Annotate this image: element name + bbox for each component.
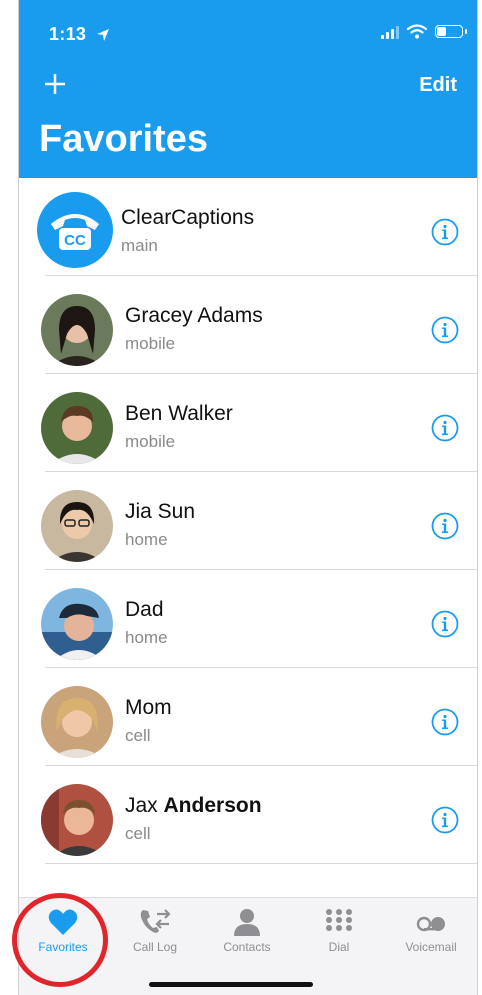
- tab-call-log[interactable]: Call Log: [115, 908, 195, 954]
- contact-avatar: [41, 784, 113, 856]
- status-icons: [381, 24, 467, 39]
- info-icon[interactable]: [431, 218, 459, 246]
- info-icon[interactable]: [431, 610, 459, 638]
- tab-contacts[interactable]: Contacts: [207, 908, 287, 954]
- contact-number-type: home: [125, 530, 168, 549]
- favorite-row[interactable]: Jax Anderson cell: [19, 766, 477, 864]
- status-time: 1:13: [49, 24, 110, 45]
- add-favorite-button[interactable]: [39, 68, 71, 100]
- row-divider: [45, 863, 477, 864]
- favorite-row[interactable]: Dad home: [19, 570, 477, 668]
- voicemail-icon: [416, 916, 445, 932]
- contact-number-type: cell: [125, 824, 151, 843]
- favorite-row-clearcaptions[interactable]: CC ClearCaptions main: [19, 178, 477, 276]
- info-icon[interactable]: [431, 512, 459, 540]
- call-log-icon: [140, 909, 171, 933]
- battery-icon: [435, 25, 467, 38]
- contact-avatar: [41, 588, 113, 660]
- home-indicator: [149, 982, 313, 987]
- wifi-icon: [407, 24, 427, 39]
- favorite-row[interactable]: Ben Walker mobile: [19, 374, 477, 472]
- favorite-row[interactable]: Mom cell: [19, 668, 477, 766]
- contact-avatar: [41, 294, 113, 366]
- signal-strength-icon: [381, 25, 399, 39]
- contact-number-type: mobile: [125, 432, 176, 451]
- contact-number-type: home: [125, 628, 168, 647]
- contact-number-type: main: [121, 236, 158, 255]
- info-icon[interactable]: [431, 414, 459, 442]
- contact-number-type: cell: [125, 726, 151, 745]
- info-icon[interactable]: [431, 708, 459, 736]
- contact-name: Dad: [125, 598, 164, 621]
- contact-name: Jax Anderson: [125, 794, 262, 817]
- svg-text:CC: CC: [64, 232, 86, 249]
- clearcaptions-logo-icon: CC: [37, 192, 113, 268]
- contact-avatar: [41, 490, 113, 562]
- keypad-icon: [326, 909, 352, 931]
- contact-avatar: [41, 392, 113, 464]
- info-icon[interactable]: [431, 316, 459, 344]
- favorites-tab-highlight-ring: [12, 893, 108, 987]
- phone-screen: 1:13 Edit Favorites CC ClearCaptions mai…: [18, 0, 478, 995]
- contact-name: Mom: [125, 696, 172, 719]
- edit-button[interactable]: Edit: [419, 74, 457, 97]
- contact-name: ClearCaptions: [121, 206, 255, 229]
- tab-dial[interactable]: Dial: [299, 908, 379, 954]
- contact-number-type: mobile: [125, 334, 176, 353]
- favorite-row[interactable]: Gracey Adams mobile: [19, 276, 477, 374]
- favorites-list: CC ClearCaptions main Gracey Adams mobil…: [19, 178, 477, 864]
- tab-voicemail[interactable]: Voicemail: [391, 908, 471, 954]
- favorite-row[interactable]: Jia Sun home: [19, 472, 477, 570]
- contact-name: Ben Walker: [125, 402, 233, 425]
- location-arrow-icon: [96, 29, 109, 42]
- contact-avatar: [41, 686, 113, 758]
- page-title: Favorites: [39, 118, 208, 160]
- contact-name: Jia Sun: [125, 500, 196, 523]
- info-icon[interactable]: [431, 806, 459, 834]
- favorites-header: 1:13 Edit Favorites: [19, 0, 477, 178]
- person-icon: [234, 909, 260, 936]
- contact-name: Gracey Adams: [125, 304, 263, 327]
